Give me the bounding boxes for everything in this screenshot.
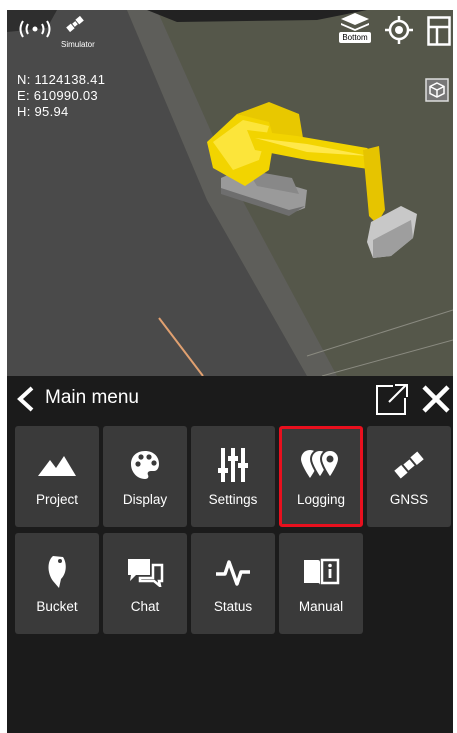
mountain-icon: [15, 448, 99, 482]
tile-label: Display: [122, 492, 168, 507]
menu-header: Main menu: [7, 376, 453, 418]
app-frame: Simulator N: 1124138.41 E: 610990.03 H: …: [7, 10, 453, 733]
tile-label: GNSS: [389, 492, 429, 507]
project-tile[interactable]: Project: [15, 426, 99, 527]
palette-icon: [103, 448, 187, 482]
tile-label: Status: [213, 599, 253, 614]
satellite-status-icon[interactable]: [63, 12, 87, 41]
tile-label: Chat: [130, 599, 160, 614]
layer-bottom-badge[interactable]: Bottom: [339, 32, 371, 43]
main-menu-panel: Main menu Project Display Settings Loggi…: [7, 376, 453, 733]
height-coordinate: H: 95.94: [17, 104, 69, 119]
north-coordinate: N: 1124138.41: [17, 72, 106, 87]
locate-crosshair-icon[interactable]: [385, 16, 413, 49]
display-tile[interactable]: Display: [103, 426, 187, 527]
popout-window-icon[interactable]: [375, 384, 409, 421]
coordinate-readout: N: 1124138.41 E: 610990.03 H: 95.94: [17, 72, 105, 120]
logging-tile[interactable]: Logging: [279, 426, 363, 527]
satellite-icon: [367, 448, 451, 482]
sliders-icon: [191, 448, 275, 482]
signal-broadcast-icon[interactable]: [17, 18, 53, 45]
tile-label: Project: [35, 492, 79, 507]
location-pins-icon: [282, 448, 360, 482]
tile-label: Settings: [208, 492, 258, 507]
chat-bubbles-icon: [103, 555, 187, 589]
manual-tile[interactable]: Manual: [279, 533, 363, 634]
map-viewport[interactable]: Simulator N: 1124138.41 E: 610990.03 H: …: [7, 10, 453, 376]
pulse-icon: [191, 555, 275, 589]
gnss-tile[interactable]: GNSS: [367, 426, 451, 527]
bucket-icon: [15, 555, 99, 589]
split-view-icon[interactable]: [427, 16, 451, 51]
tile-label: Logging: [296, 492, 346, 507]
manual-book-icon: [279, 555, 363, 589]
settings-tile[interactable]: Settings: [191, 426, 275, 527]
terrain-scene: [7, 10, 453, 376]
status-tile[interactable]: Status: [191, 533, 275, 634]
chat-tile[interactable]: Chat: [103, 533, 187, 634]
tile-label: Manual: [298, 599, 344, 614]
back-chevron-icon[interactable]: [15, 386, 37, 417]
bucket-tile[interactable]: Bucket: [15, 533, 99, 634]
3d-cube-view-icon[interactable]: [425, 78, 449, 107]
close-icon[interactable]: [421, 384, 451, 419]
simulator-label: Simulator: [61, 40, 95, 49]
east-coordinate: E: 610990.03: [17, 88, 98, 103]
tile-label: Bucket: [36, 599, 78, 614]
menu-title: Main menu: [45, 387, 139, 408]
